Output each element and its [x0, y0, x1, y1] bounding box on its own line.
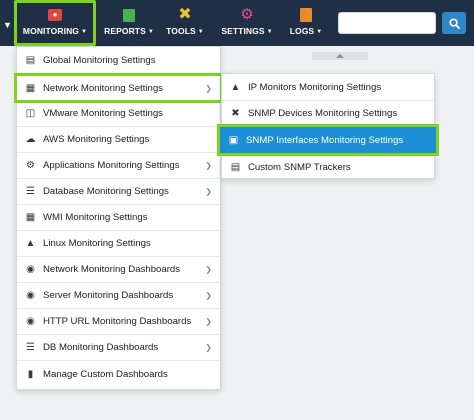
logs-icon: [298, 7, 314, 23]
chevron-right-icon: ❯: [205, 291, 212, 300]
menu-item-aws-monitoring-settings[interactable]: ☁ AWS Monitoring Settings: [17, 127, 220, 153]
search-icon: [448, 17, 460, 29]
vmware-icon: ◫: [25, 108, 36, 119]
menu-item-linux-monitoring-settings[interactable]: ▲ Linux Monitoring Settings: [17, 231, 220, 257]
caret-down-icon: ▼: [81, 29, 88, 35]
menu-item-label: Database Monitoring Settings: [43, 186, 169, 197]
snmp-interface-icon: ▣: [228, 134, 239, 146]
snmp-device-icon: ✖: [231, 108, 240, 119]
nav-reports-label: REPORTS: [104, 26, 146, 36]
menu-item-vmware-monitoring-settings[interactable]: ◫ VMware Monitoring Settings: [17, 101, 220, 127]
monitoring-dropdown: ▤ Global Monitoring Settings ▦ Network M…: [14, 46, 223, 390]
network-icon: ▦: [25, 82, 36, 94]
chevron-right-icon: ❯: [205, 161, 212, 170]
nav-settings-label: SETTINGS: [221, 26, 265, 36]
top-navbar: ▼ ● MONITORING ▼ REPORTS ▼ ✖ TOOLS ▼ ⚙ SETT…: [0, 0, 474, 46]
caret-down-icon: ▼: [147, 29, 154, 35]
menu-item-label: Network Monitoring Dashboards: [43, 264, 181, 275]
database-icon: ☰: [26, 186, 35, 197]
nav-logs[interactable]: LOGS ▼: [288, 3, 324, 43]
submenu-item-custom-snmp-trackers[interactable]: ▤ Custom SNMP Trackers: [222, 154, 434, 180]
menu-item-global-monitoring-settings[interactable]: ▤ Global Monitoring Settings: [17, 48, 220, 74]
submenu-item-label: SNMP Interfaces Monitoring Settings: [246, 134, 404, 146]
menu-item-label: HTTP URL Monitoring Dashboards: [43, 316, 192, 327]
nav-reports[interactable]: REPORTS ▼: [104, 3, 154, 43]
nav-tools-label: TOOLS: [166, 26, 196, 36]
gear-icon: ⚙: [26, 160, 35, 171]
caret-down-icon: ▼: [197, 29, 204, 35]
menu-item-database-monitoring-settings[interactable]: ☰ Database Monitoring Settings ❯: [17, 179, 220, 205]
nav-logs-label: LOGS: [289, 26, 315, 36]
document-icon: ▤: [230, 161, 241, 173]
globe-icon: ◉: [26, 290, 35, 301]
menu-item-network-monitoring-settings[interactable]: ▦ Network Monitoring Settings ❯: [14, 73, 223, 103]
nav-tools[interactable]: ✖ TOOLS ▼: [166, 3, 204, 43]
menu-item-network-monitoring-dashboards[interactable]: ◉ Network Monitoring Dashboards ❯: [17, 257, 220, 283]
linux-icon: ▲: [25, 238, 36, 249]
document-icon: ▤: [25, 55, 36, 66]
submenu-item-snmp-interfaces[interactable]: ▣ SNMP Interfaces Monitoring Settings: [217, 124, 439, 156]
menu-item-wmi-monitoring-settings[interactable]: ▦ WMI Monitoring Settings: [17, 205, 220, 231]
menu-item-label: Manage Custom Dashboards: [43, 368, 168, 380]
ip-monitor-icon: ▲: [230, 82, 241, 93]
database-icon: ☰: [26, 342, 35, 353]
menu-item-label: Linux Monitoring Settings: [43, 238, 151, 249]
menu-item-label: DB Monitoring Dashboards: [43, 342, 159, 353]
monitor-icon: ●: [47, 7, 63, 23]
search-input[interactable]: [338, 12, 436, 34]
search-button[interactable]: [442, 12, 466, 34]
chevron-up-icon: [336, 54, 344, 58]
chevron-right-icon: ❯: [205, 343, 212, 352]
menu-item-label: Server Monitoring Dashboards: [43, 290, 174, 301]
menu-item-manage-custom-dashboards[interactable]: ▮ Manage Custom Dashboards: [17, 361, 220, 387]
submenu-item-label: SNMP Devices Monitoring Settings: [248, 108, 398, 119]
nav-monitoring[interactable]: ● MONITORING ▼: [14, 0, 96, 46]
menu-item-label: VMware Monitoring Settings: [43, 108, 163, 119]
tools-icon: ✖: [178, 6, 192, 23]
menu-item-label: Global Monitoring Settings: [43, 55, 156, 66]
chevron-right-icon: ❯: [205, 84, 212, 93]
network-monitoring-submenu: ▲ IP Monitors Monitoring Settings ✖ SNMP…: [217, 73, 439, 180]
submenu-item-ip-monitors[interactable]: ▲ IP Monitors Monitoring Settings: [222, 75, 434, 101]
cloud-icon: ☁: [25, 134, 36, 145]
menu-item-label: Network Monitoring Settings: [43, 82, 163, 94]
reports-icon: [121, 7, 137, 23]
chevron-down-icon[interactable]: ▼: [3, 20, 12, 30]
menu-item-db-monitoring-dashboards[interactable]: ☰ DB Monitoring Dashboards ❯: [17, 335, 220, 361]
nav-settings[interactable]: ⚙ SETTINGS ▼: [221, 3, 273, 43]
chevron-right-icon: ❯: [205, 317, 212, 326]
caret-down-icon: ▼: [316, 29, 323, 35]
nav-monitoring-label: MONITORING: [22, 26, 80, 36]
collapse-tab[interactable]: [312, 52, 368, 60]
menu-item-label: WMI Monitoring Settings: [43, 212, 148, 223]
chevron-right-icon: ❯: [205, 265, 212, 274]
menu-item-label: Applications Monitoring Settings: [43, 160, 180, 171]
chevron-right-icon: ❯: [205, 187, 212, 196]
windows-icon: ▦: [25, 212, 36, 223]
globe-icon: ◉: [26, 316, 35, 327]
caret-down-icon: ▼: [266, 29, 273, 35]
menu-item-label: AWS Monitoring Settings: [43, 134, 150, 145]
wifi-icon: ◉: [26, 264, 35, 275]
settings-icon: ⚙: [240, 6, 254, 23]
menu-item-applications-monitoring-settings[interactable]: ⚙ Applications Monitoring Settings ❯: [17, 153, 220, 179]
submenu-item-label: Custom SNMP Trackers: [248, 161, 351, 173]
menu-item-http-url-monitoring-dashboards[interactable]: ◉ HTTP URL Monitoring Dashboards ❯: [17, 309, 220, 335]
bars-icon: ▮: [27, 368, 34, 380]
menu-item-server-monitoring-dashboards[interactable]: ◉ Server Monitoring Dashboards ❯: [17, 283, 220, 309]
submenu-item-label: IP Monitors Monitoring Settings: [248, 82, 382, 93]
